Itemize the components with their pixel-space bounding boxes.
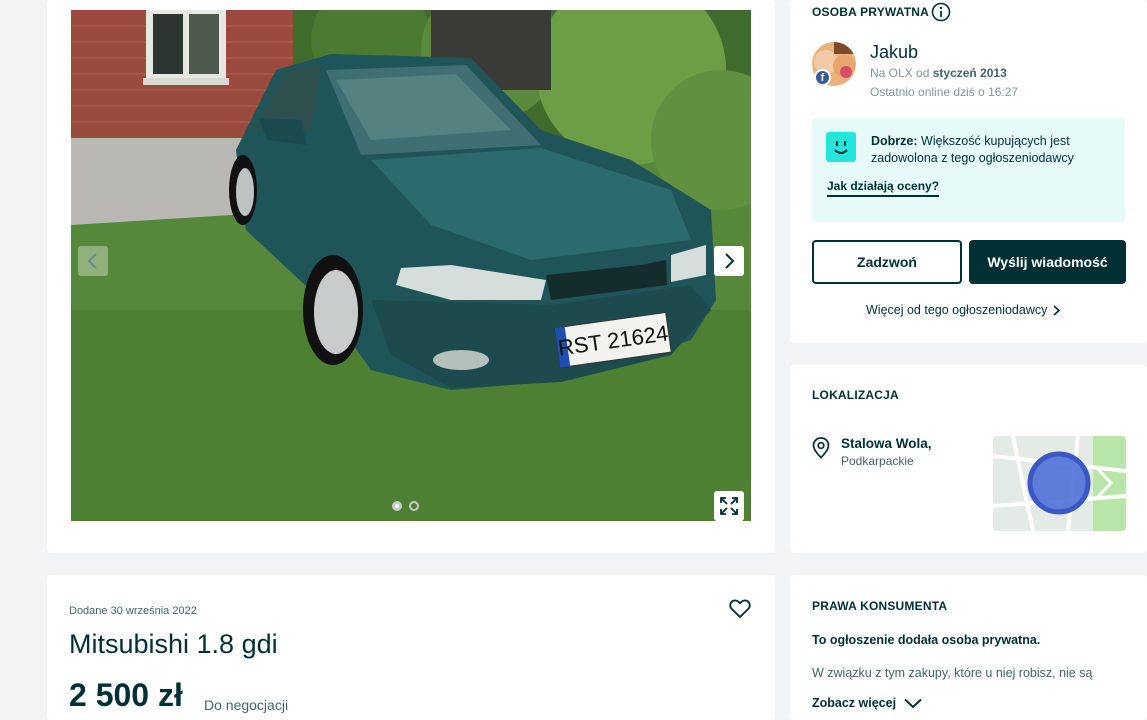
consumer-rights-card: PRAWA KONSUMENTA To ogłoszenie dodała os…: [790, 575, 1147, 720]
listing-card: Dodane 30 września 2022 Mitsubishi 1.8 g…: [47, 575, 775, 720]
negotiable-label: Do negocjacji: [204, 697, 289, 713]
photo-gallery: RST 21624: [47, 0, 775, 553]
prev-photo-button[interactable]: [78, 246, 108, 276]
seller-section-title: OSOBA PRYWATNA: [812, 5, 930, 19]
slide-dot-1[interactable]: [392, 501, 402, 511]
send-message-button[interactable]: Wyślij wiadomość: [969, 240, 1126, 284]
smile-icon: [826, 132, 856, 162]
seller-rating-box: Dobrze: Większość kupujących jest zadowo…: [812, 118, 1125, 222]
fullscreen-button[interactable]: [714, 491, 744, 521]
seller-name: Jakub: [870, 42, 919, 62]
location-section-title: LOKALIZACJA: [812, 388, 899, 402]
member-since-date: styczeń 2013: [932, 66, 1007, 80]
chevron-down-icon: [904, 698, 922, 708]
how-ratings-work-link[interactable]: Jak działają oceny?: [827, 179, 940, 197]
seller-member-since: Na OLX od styczeń 2013: [870, 66, 1007, 80]
consumer-rights-text: W związku z tym zakupy, które u niej rob…: [812, 666, 1093, 680]
see-more-label: Zobacz więcej: [812, 696, 897, 710]
chevron-right-icon: [725, 253, 735, 269]
rating-label: Dobrze:: [871, 134, 918, 148]
call-button[interactable]: Zadzwoń: [812, 240, 962, 284]
listing-title: Mitsubishi 1.8 gdi: [69, 629, 278, 659]
more-from-seller-label: Więcej od tego ogłoszeniodawcy: [866, 303, 1048, 317]
slide-indicator: [392, 501, 419, 511]
fullscreen-icon: [720, 497, 738, 515]
price: 2 500 zł: [69, 677, 183, 713]
next-photo-button[interactable]: [714, 246, 744, 276]
location-pin-icon: [812, 437, 830, 459]
seller-last-online: Ostatnio online dziś o 16:27: [870, 85, 1019, 99]
member-since-prefix: Na OLX od: [870, 66, 930, 80]
chevron-left-icon: [87, 253, 97, 269]
location-city: Stalowa Wola,: [841, 436, 932, 451]
map-thumbnail[interactable]: [993, 436, 1126, 531]
info-icon[interactable]: [931, 2, 951, 22]
location-card: LOKALIZACJA Stalowa Wola, Podkarpackie: [790, 365, 1147, 553]
slide-dot-2[interactable]: [409, 501, 419, 511]
location-region: Podkarpackie: [841, 454, 914, 468]
consumer-rights-bold-text: To ogłoszenie dodała osoba prywatna.: [812, 633, 1041, 647]
more-from-seller-link[interactable]: Więcej od tego ogłoszeniodawcy: [866, 303, 1061, 317]
chevron-right-icon: [1053, 305, 1061, 316]
rating-description: Dobrze: Większość kupujących jest zadowo…: [871, 133, 1111, 167]
seller-card: OSOBA PRYWATNA f Jakub Na OLX od styczeń…: [790, 0, 1147, 343]
consumer-rights-title: PRAWA KONSUMENTA: [812, 599, 948, 613]
heart-icon[interactable]: [729, 599, 751, 619]
car-photo[interactable]: RST 21624: [71, 10, 751, 521]
date-added: Dodane 30 września 2022: [69, 605, 197, 617]
facebook-icon: f: [814, 69, 831, 86]
see-more-button[interactable]: Zobacz więcej: [812, 696, 922, 710]
